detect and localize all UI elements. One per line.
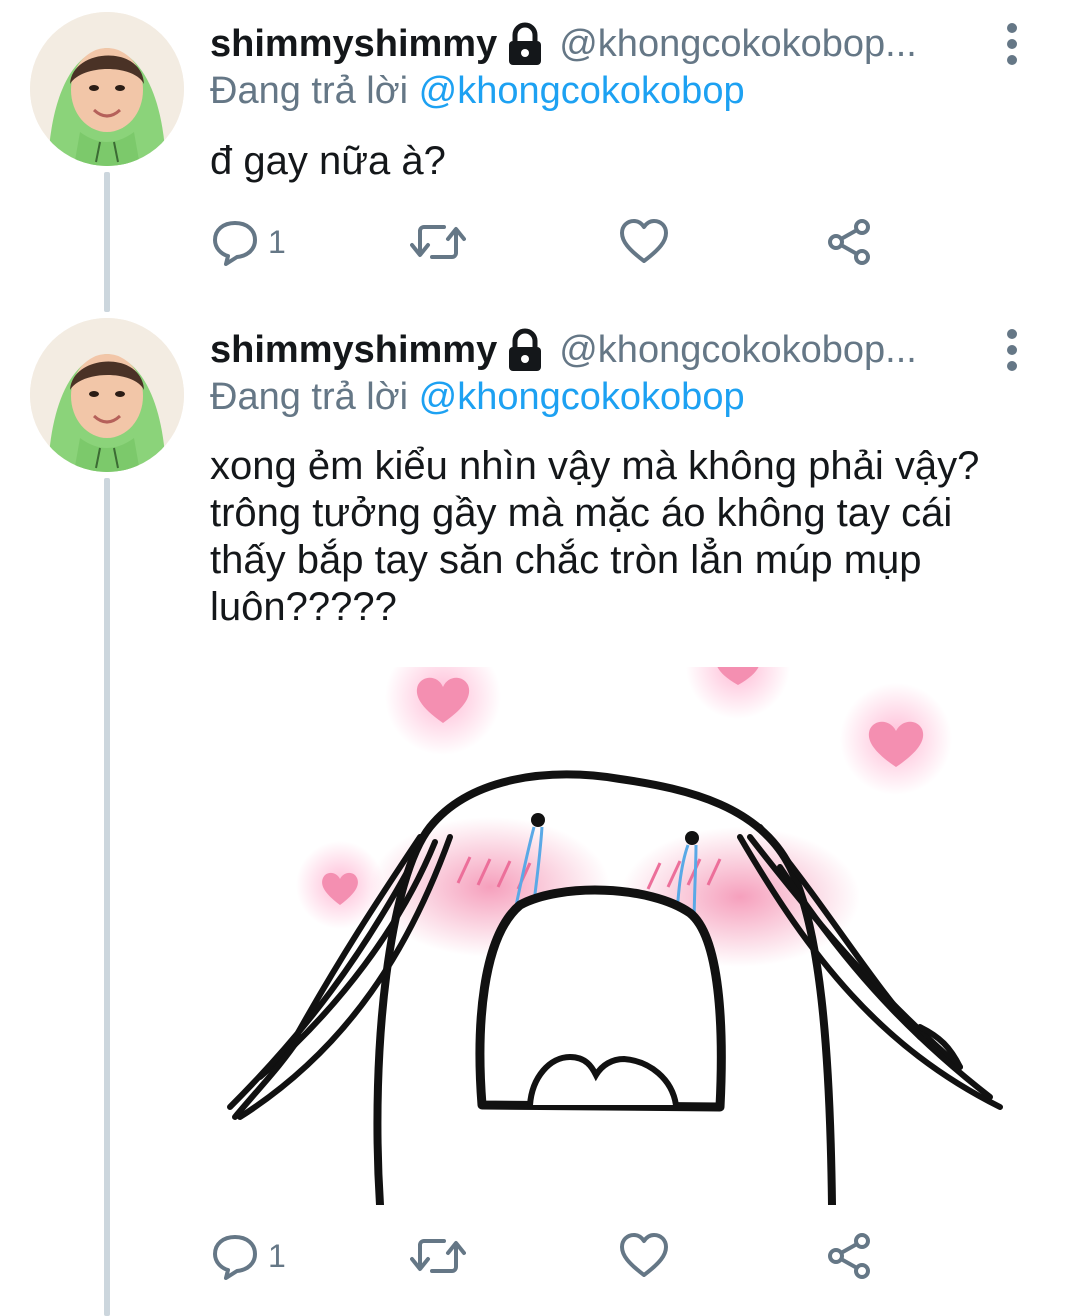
retweet-icon (410, 217, 466, 267)
share-icon (824, 1231, 874, 1281)
user-handle[interactable]: @khongcokokobop... (559, 329, 917, 372)
action-bar: 1 (210, 212, 930, 272)
tweet-media-image[interactable] (220, 667, 1020, 1205)
tweet-text: đ gay nữa à? (210, 139, 446, 183)
user-handle[interactable]: @khongcokokobop... (559, 23, 917, 66)
display-name[interactable]: shimmyshimmy (210, 329, 497, 372)
share-button[interactable] (824, 212, 874, 272)
lock-icon (505, 22, 545, 66)
replying-to: Đang trả lời @khongcokokobop (210, 376, 745, 419)
like-button[interactable] (618, 212, 670, 272)
reply-icon (210, 217, 260, 267)
like-icon (618, 217, 670, 267)
reply-icon (210, 1231, 260, 1281)
like-button[interactable] (618, 1226, 670, 1286)
avatar[interactable] (30, 12, 184, 166)
more-options-icon[interactable] (1002, 20, 1022, 68)
like-icon (618, 1231, 670, 1281)
reply-count: 1 (268, 223, 286, 260)
reply-button[interactable]: 1 (210, 212, 286, 272)
avatar[interactable] (30, 318, 184, 472)
reply-button[interactable]: 1 (210, 1226, 286, 1286)
tweet-header: shimmyshimmy @khongcokokobop... (210, 320, 1060, 380)
replying-to-mention[interactable]: @khongcokokobop (419, 70, 745, 112)
replying-to: Đang trả lời @khongcokokobop (210, 70, 745, 113)
thread-line-lower (104, 478, 110, 1316)
lock-icon (505, 328, 545, 372)
reply-count: 1 (268, 1237, 286, 1274)
retweet-icon (410, 1231, 466, 1281)
action-bar: 1 (210, 1226, 930, 1286)
more-options-icon[interactable] (1002, 326, 1022, 374)
replying-to-label: Đang trả lời (210, 376, 409, 418)
share-button[interactable] (824, 1226, 874, 1286)
tweet-text: xong ẻm kiểu nhìn vậy mà không phải vậy?… (210, 444, 991, 629)
replying-to-label: Đang trả lời (210, 70, 409, 112)
retweet-button[interactable] (410, 212, 466, 272)
replying-to-mention[interactable]: @khongcokokobop (419, 376, 745, 418)
share-icon (824, 217, 874, 267)
display-name[interactable]: shimmyshimmy (210, 23, 497, 66)
retweet-button[interactable] (410, 1226, 466, 1286)
thread-line-upper (104, 172, 110, 312)
tweet-header: shimmyshimmy @khongcokokobop... (210, 14, 1060, 74)
